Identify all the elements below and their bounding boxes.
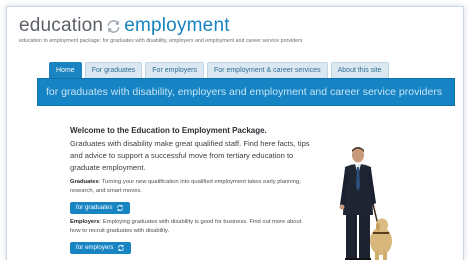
graduate-with-guide-dog-photo: [339, 147, 392, 260]
tab-for-graduates[interactable]: For graduates: [84, 62, 143, 78]
tab-employment-career-services[interactable]: For employment & career services: [207, 62, 328, 78]
site-logo[interactable]: education employment: [19, 15, 230, 37]
welcome-title: Welcome to the Education to Employment P…: [70, 126, 267, 135]
logo-word-education: education: [19, 15, 104, 36]
hero-banner: for graduates with disability, employers…: [37, 78, 455, 106]
refresh-arrows-icon: [117, 204, 124, 211]
tab-home[interactable]: Home: [49, 62, 82, 78]
cycle-arrows-icon: [107, 19, 120, 33]
for-employers-button-label: for employers: [76, 244, 114, 251]
main-content: Welcome to the Education to Employment P…: [70, 125, 310, 254]
employers-text: : Employing graduates with disability is…: [70, 219, 302, 234]
for-graduates-button[interactable]: for graduates: [70, 201, 131, 214]
main-nav: Home For graduates For employers For emp…: [49, 62, 389, 78]
logo-word-employment: employment: [124, 15, 230, 36]
welcome-body: Graduates with disability make great qua…: [70, 139, 310, 172]
for-employers-button[interactable]: for employers: [70, 241, 132, 254]
for-graduates-button-label: for graduates: [76, 204, 113, 211]
tab-about-this-site[interactable]: About this site: [330, 62, 389, 78]
employers-paragraph: Employers: Employing graduates with disa…: [70, 218, 310, 236]
refresh-arrows-icon: [118, 244, 125, 251]
page-frame: education employment education to employ…: [6, 6, 464, 260]
employers-label: Employers: [70, 219, 100, 225]
graduates-text: : Turning your new qualification into qu…: [70, 179, 301, 194]
banner-text: for graduates with disability, employers…: [46, 86, 443, 98]
tab-for-employers[interactable]: For employers: [145, 62, 205, 78]
graduates-paragraph: Graduates: Turning your new qualificatio…: [70, 178, 310, 196]
graduates-label: Graduates: [70, 179, 99, 185]
site-tagline: education to employment package: for gra…: [19, 38, 303, 44]
